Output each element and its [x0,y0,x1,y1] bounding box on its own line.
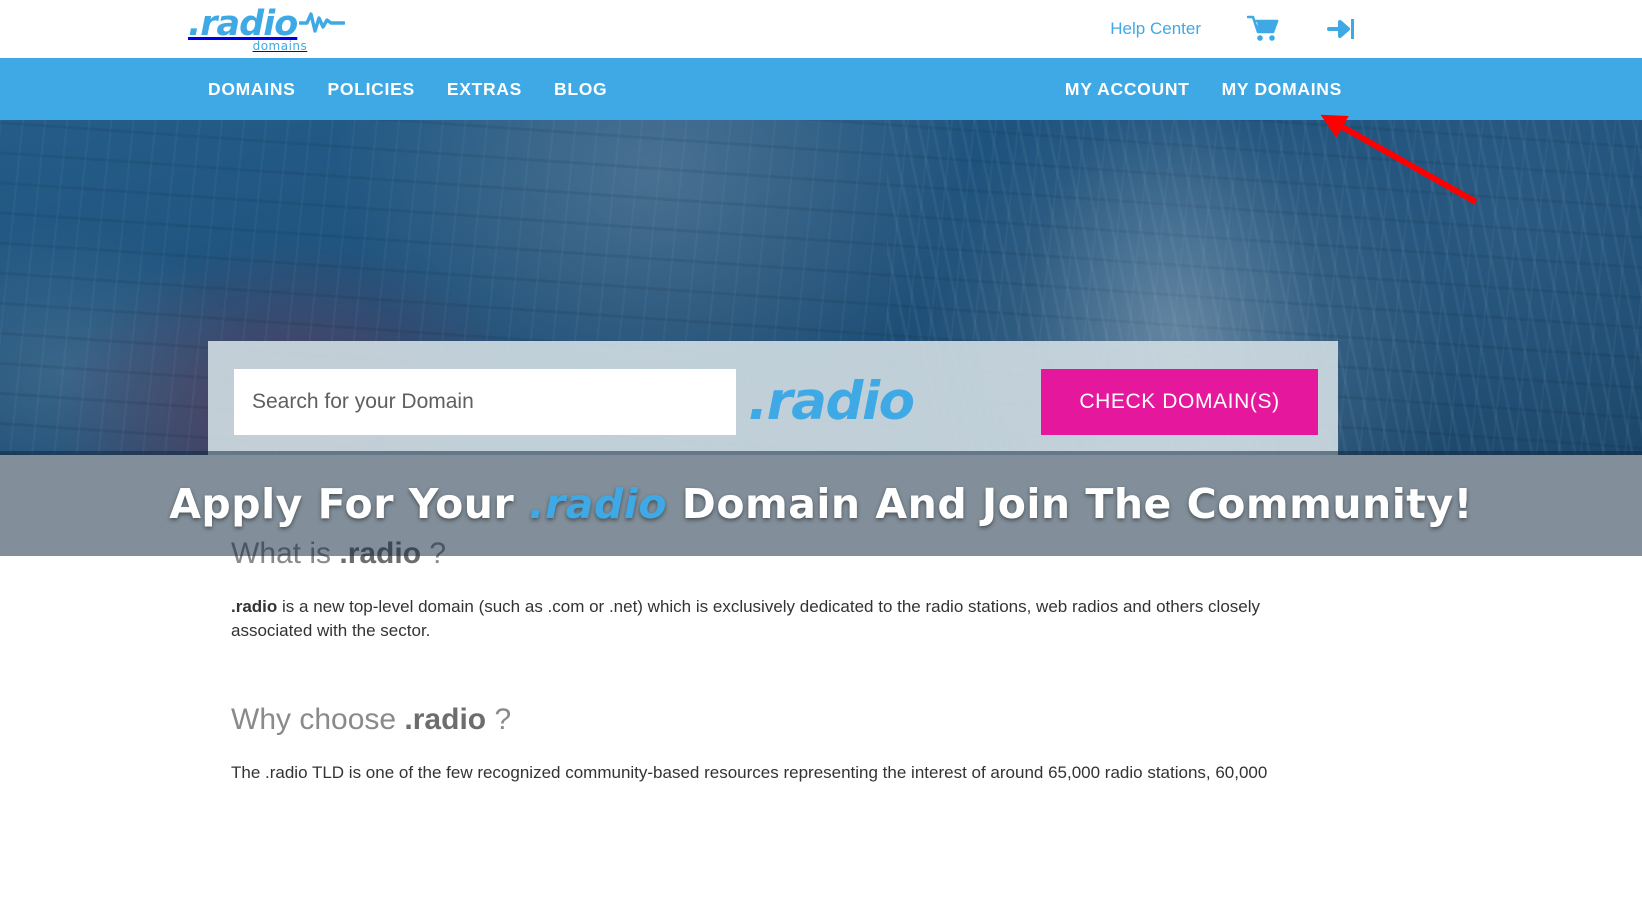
heading2-tld: .radio [404,703,487,737]
nav-item-my-domains[interactable]: MY DOMAINS [1206,79,1342,100]
logo-subtitle: domains [252,38,308,53]
section-body-what-is: .radio is a new top-level domain (such a… [231,595,1296,643]
hero-tagline: Apply For Your .radio Domain And Join Th… [169,480,1473,528]
logo-main-text: .radio [188,3,298,44]
body-text: is a new top-level domain (such as .com … [231,597,1261,641]
nav-account-group: MY ACCOUNT MY DOMAINS [1049,79,1342,100]
nav-item-domains[interactable]: DOMAINS [208,79,312,100]
audio-waveform-icon [298,7,346,42]
heading2-prefix: Why choose [231,703,405,737]
nav-primary-group: DOMAINS POLICIES EXTRAS BLOG [208,79,623,100]
tagline-tld: .radio [528,479,668,528]
tld-suffix-label: .radio [748,371,915,432]
nav-item-blog[interactable]: BLOG [538,79,623,100]
logo-text: .radio [188,3,346,44]
hero-tagline-band: Apply For Your .radio Domain And Join Th… [0,451,1642,556]
search-input[interactable] [234,368,736,435]
sign-in-arrow-icon[interactable] [1327,16,1357,42]
section-heading-why-choose: Why choose .radio ? [231,703,1642,737]
tagline-part-1: Apply For Your [169,479,529,528]
hero-banner: .radio CHECK DOMAIN(S) [0,120,1642,455]
body-bold-tld: .radio [231,597,278,616]
help-center-link[interactable]: Help Center [1110,19,1201,39]
heading2-suffix: ? [486,703,512,737]
tagline-part-2: Domain And Join The Community! [667,479,1473,528]
main-navigation: DOMAINS POLICIES EXTRAS BLOG MY ACCOUNT … [0,58,1642,120]
check-domains-button[interactable]: CHECK DOMAIN(S) [1041,368,1318,435]
nav-item-policies[interactable]: POLICIES [312,79,431,100]
section-body-why-choose: The .radio TLD is one of the few recogni… [231,763,1268,783]
nav-item-extras[interactable]: EXTRAS [431,79,538,100]
content-section: What is .radio ? .radio is a new top-lev… [0,537,1642,786]
shopping-cart-icon[interactable] [1247,14,1281,44]
site-logo[interactable]: .radio domains [188,3,346,53]
page-root: .radio domains Help Center DOMAINS POLIC… [0,0,1642,897]
nav-item-my-account[interactable]: MY ACCOUNT [1049,79,1206,100]
header-actions: Help Center [1110,14,1357,44]
top-header: .radio domains Help Center [0,0,1642,58]
domain-search-panel: .radio CHECK DOMAIN(S) [208,341,1338,455]
